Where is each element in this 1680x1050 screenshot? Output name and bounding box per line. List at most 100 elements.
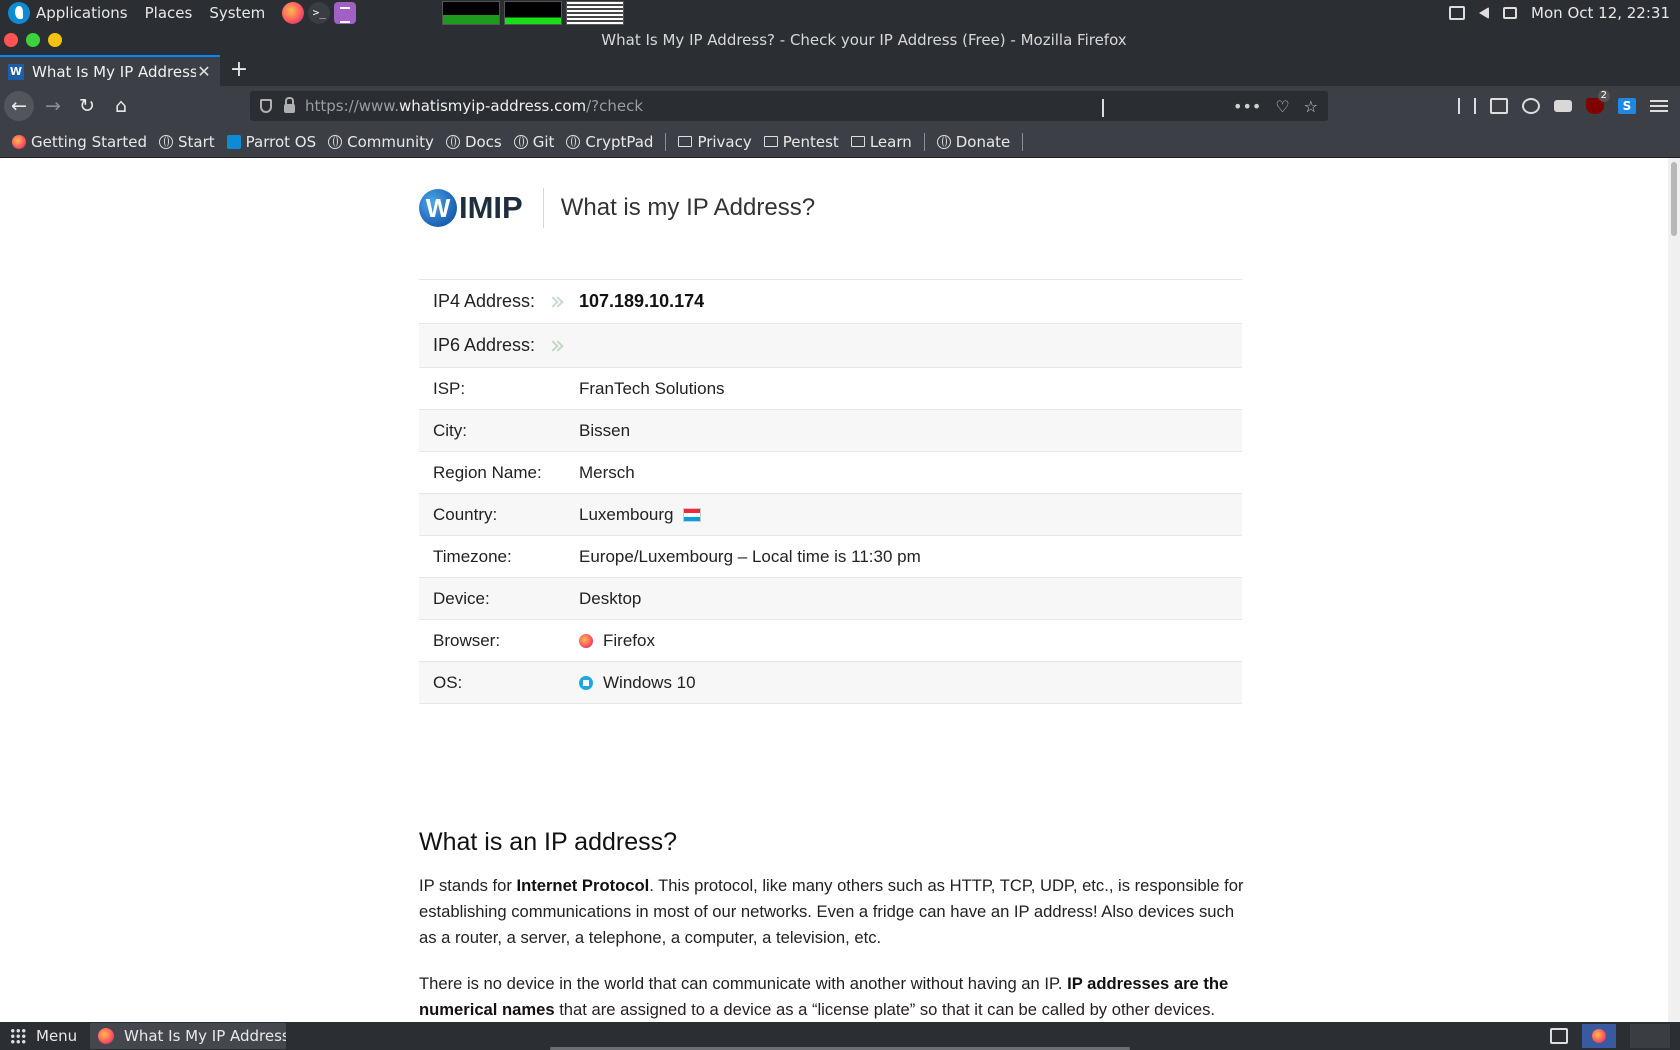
parrot-icon bbox=[226, 134, 241, 149]
bookmark-folder-privacy[interactable]: Privacy bbox=[678, 132, 752, 151]
volume-icon[interactable] bbox=[1479, 7, 1490, 19]
table-row-isp: ISP: FranTech Solutions bbox=[419, 368, 1242, 410]
keyboard-icon[interactable] bbox=[1449, 6, 1466, 20]
display-icon[interactable] bbox=[1503, 7, 1518, 19]
url-bar[interactable]: https://www.whatismyip-address.com/?chec… bbox=[250, 91, 1328, 121]
text-cursor bbox=[1102, 99, 1104, 117]
taskbar-window-firefox[interactable]: What Is My IP Address? ... bbox=[90, 1023, 286, 1049]
firefox-workspace-icon[interactable] bbox=[1582, 1024, 1616, 1048]
bookmark-getting-started[interactable]: Getting Started bbox=[12, 133, 147, 151]
terminal-launcher-icon[interactable]: >_ bbox=[308, 2, 331, 24]
bookmark-git[interactable]: Git bbox=[513, 132, 555, 151]
taskbar-menu-button[interactable]: Menu bbox=[0, 1027, 90, 1045]
pocket-icon[interactable]: ♡ bbox=[1275, 97, 1289, 116]
applications-menu[interactable]: Applications bbox=[36, 4, 128, 22]
paragraph-text: IP stands for bbox=[419, 876, 517, 895]
row-label: IP4 Address: bbox=[433, 291, 536, 311]
bookmark-label: Git bbox=[532, 132, 555, 151]
sidebar-icon[interactable] bbox=[1490, 98, 1508, 114]
article: What is an IP address? IP stands for Int… bbox=[419, 828, 1249, 1022]
lock-icon[interactable] bbox=[284, 96, 295, 113]
cpu-monitor bbox=[442, 1, 501, 25]
hamburger-menu-icon[interactable] bbox=[1650, 100, 1668, 112]
bookmark-parrot-os[interactable]: Parrot OS bbox=[226, 132, 317, 151]
bookmark-star-icon[interactable]: ☆ bbox=[1304, 97, 1318, 116]
globe-icon bbox=[158, 134, 173, 149]
firefox-icon bbox=[98, 1028, 114, 1044]
table-row-timezone: Timezone: Europe/Luxembourg – Local time… bbox=[419, 536, 1242, 578]
workspace-icon[interactable] bbox=[1550, 1028, 1568, 1044]
text-editor-launcher-icon[interactable] bbox=[334, 2, 357, 24]
taskbar-menu-label: Menu bbox=[36, 1027, 78, 1045]
bookmark-start[interactable]: Start bbox=[158, 132, 215, 151]
url-path: /?check bbox=[586, 97, 644, 115]
tracking-shield-icon[interactable] bbox=[260, 99, 272, 113]
os-label: OS: bbox=[433, 672, 463, 692]
firefox-icon bbox=[579, 633, 593, 648]
page-actions-icon[interactable]: ••• bbox=[1233, 97, 1261, 116]
url-prefix: https://www. bbox=[305, 97, 399, 115]
memory-monitor bbox=[504, 1, 563, 25]
bookmark-folder-pentest[interactable]: Pentest bbox=[763, 132, 839, 151]
reload-button[interactable]: ↻ bbox=[72, 91, 102, 121]
table-row-os: OS: Windows 10 bbox=[419, 662, 1242, 704]
s-extension-icon[interactable]: S bbox=[1618, 98, 1636, 114]
bookmark-label: Donate bbox=[955, 132, 1011, 151]
scrollbar-thumb[interactable] bbox=[1671, 162, 1677, 236]
ublock-icon[interactable]: 2 bbox=[1586, 90, 1610, 114]
region-label: Region Name: bbox=[433, 462, 542, 482]
forward-button[interactable]: → bbox=[38, 91, 68, 121]
logo-text: IMIP bbox=[459, 190, 523, 225]
parrot-menu-icon[interactable] bbox=[8, 2, 30, 24]
ip6-label: IP6 Address: bbox=[419, 335, 579, 356]
bookmark-donate[interactable]: Donate bbox=[936, 132, 1011, 151]
tab-strip: W What Is My IP Address? - Check your IP… bbox=[0, 54, 1680, 86]
extension-icon[interactable] bbox=[1554, 100, 1572, 112]
bookmark-cryptpad[interactable]: CryptPad bbox=[566, 133, 653, 151]
home-button[interactable]: ⌂ bbox=[106, 91, 136, 121]
row-label: IP6 Address: bbox=[433, 335, 536, 355]
network-monitor bbox=[566, 1, 625, 25]
account-icon[interactable] bbox=[1522, 98, 1540, 114]
empty-workspace[interactable] bbox=[1630, 1024, 1670, 1048]
browser-value: Firefox bbox=[603, 630, 655, 650]
bookmark-separator bbox=[923, 132, 925, 151]
tab-close-icon[interactable]: ✕ bbox=[196, 62, 212, 81]
tab-active[interactable]: W What Is My IP Address? - Check your IP… bbox=[0, 55, 220, 86]
isp-label: ISP: bbox=[433, 378, 466, 398]
bookmarks-toolbar: Getting Started Start Parrot OS Communit… bbox=[0, 126, 1680, 158]
places-menu[interactable]: Places bbox=[145, 4, 193, 22]
paragraph-text: There is no device in the world that can… bbox=[419, 974, 1068, 993]
window-titlebar: What Is My IP Address? - Check your IP A… bbox=[0, 26, 1680, 54]
library-icon[interactable] bbox=[1458, 98, 1476, 114]
bookmark-label: Parrot OS bbox=[245, 132, 317, 151]
bookmark-docs[interactable]: Docs bbox=[445, 133, 502, 151]
new-tab-button[interactable]: + bbox=[224, 55, 254, 86]
firefox-launcher-icon[interactable] bbox=[282, 2, 305, 24]
ip4-value[interactable]: 107.189.10.174 bbox=[579, 291, 704, 312]
bookmark-separator bbox=[665, 132, 667, 151]
clock[interactable]: Mon Oct 12, 22:31 bbox=[1531, 4, 1670, 22]
city-label: City: bbox=[433, 420, 467, 440]
bookmark-folder-learn[interactable]: Learn bbox=[850, 133, 912, 151]
vertical-scrollbar[interactable] bbox=[1668, 158, 1680, 1022]
bookmark-separator bbox=[1022, 132, 1024, 151]
system-menu[interactable]: System bbox=[209, 4, 265, 22]
luxembourg-flag-icon bbox=[682, 507, 701, 522]
bookmark-label: Privacy bbox=[697, 132, 752, 151]
bookmark-label: Getting Started bbox=[31, 132, 147, 151]
timezone-value: Europe/Luxembourg – Local time is 11:30 … bbox=[579, 546, 921, 566]
article-heading: What is an IP address? bbox=[419, 828, 678, 856]
bookmark-community[interactable]: Community bbox=[328, 133, 434, 151]
url-text[interactable]: https://www.whatismyip-address.com/?chec… bbox=[305, 97, 643, 115]
globe-icon bbox=[445, 134, 460, 149]
bookmark-label: Pentest bbox=[782, 132, 839, 151]
paragraph-text: that are assigned to a device as a “lice… bbox=[554, 1000, 1216, 1019]
ublock-badge: 2 bbox=[1597, 90, 1610, 102]
region-value: Mersch bbox=[579, 462, 635, 482]
folder-icon bbox=[850, 136, 865, 147]
site-header: W IMIP What is my IP Address? bbox=[419, 187, 815, 229]
bookmark-label: Start bbox=[177, 132, 215, 151]
site-logo[interactable]: W IMIP bbox=[419, 187, 523, 229]
back-button[interactable]: ← bbox=[4, 91, 34, 121]
